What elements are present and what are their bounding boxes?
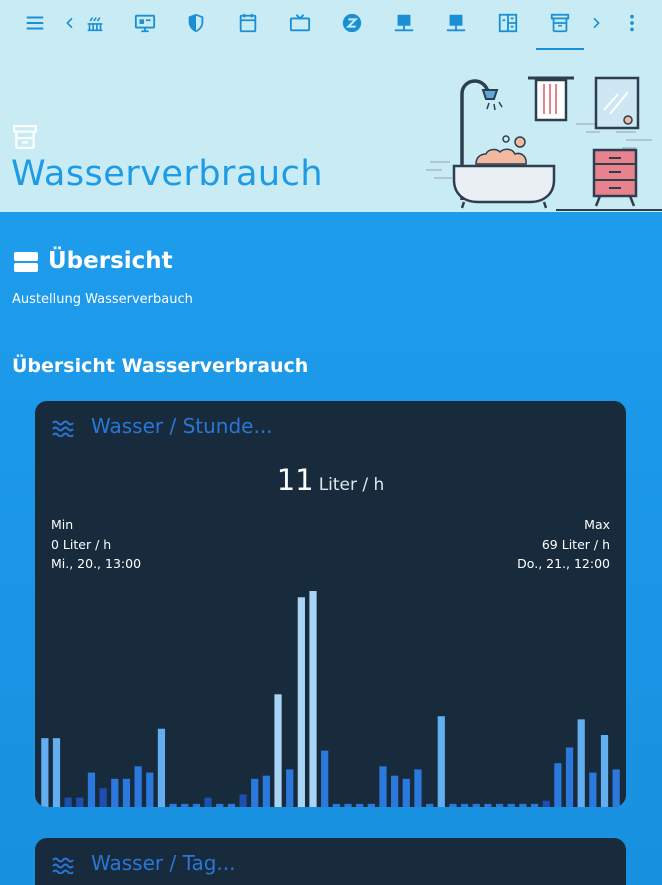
max-time: Do., 21., 12:00 <box>517 556 610 571</box>
min-stat: Min 0 Liter / h Mi., 20., 13:00 <box>51 515 141 574</box>
water-waves-icon <box>52 419 74 438</box>
chart-bar <box>332 803 340 807</box>
shield-icon[interactable] <box>183 10 209 36</box>
chart-bar <box>344 803 352 807</box>
chart-bar <box>414 769 422 807</box>
chart-bar <box>437 716 445 807</box>
chart-bar <box>577 719 585 807</box>
card-title: Wasser / Tag... <box>91 851 236 875</box>
page-title: Wasserverbrauch <box>11 154 324 194</box>
chart-bar <box>367 803 375 807</box>
chart-bar <box>612 769 620 807</box>
chart-bar <box>204 797 212 807</box>
chart-bar <box>589 772 597 807</box>
daily-water-card[interactable]: Wasser / Tag... <box>35 838 626 885</box>
current-value-unit: Liter / h <box>318 475 385 495</box>
min-value: 0 Liter / h <box>51 536 112 552</box>
overview-subtitle: Austellung Wasserverbauch <box>12 292 193 307</box>
chart-bar <box>600 735 609 807</box>
current-value: 11 Liter / h <box>35 463 626 497</box>
floorplan-icon[interactable] <box>495 10 521 36</box>
more-vert-icon[interactable] <box>619 10 645 36</box>
min-label: Min <box>51 517 74 532</box>
chart-bar <box>426 803 434 807</box>
chart-bar <box>484 803 492 807</box>
zwave-icon[interactable] <box>339 10 365 36</box>
chart-bar <box>472 803 480 807</box>
chart-bar <box>64 797 72 807</box>
chart-bar <box>542 800 550 807</box>
chart-bar <box>146 772 154 807</box>
chart-bar <box>402 778 410 807</box>
chart-bar <box>99 788 107 807</box>
chart-bar <box>286 769 294 807</box>
max-stat: Max 69 Liter / h Do., 21., 12:00 <box>517 515 610 574</box>
chart-bar <box>181 803 189 807</box>
chart-bar <box>111 778 119 807</box>
chart-bar <box>297 597 305 807</box>
top-toolbar <box>0 0 662 50</box>
max-label: Max <box>584 517 610 532</box>
card-title: Wasser / Stunde... <box>91 414 273 438</box>
chevron-left-icon[interactable] <box>62 10 78 36</box>
min-time: Mi., 20., 13:00 <box>51 556 142 571</box>
chart-bar <box>251 778 259 807</box>
chart-bar <box>519 803 527 807</box>
usage-bar-chart <box>41 591 620 807</box>
chart-bar <box>274 694 282 807</box>
chart-bar <box>52 738 61 807</box>
menu-icon[interactable] <box>22 10 48 36</box>
chart-bar <box>554 763 562 807</box>
chart-bar <box>76 797 84 807</box>
chart-bar <box>321 750 329 807</box>
water-tab-icon[interactable] <box>547 10 573 36</box>
hourly-water-card[interactable]: Wasser / Stunde... 11 Liter / h Min 0 Li… <box>35 401 626 807</box>
chart-bar <box>87 772 96 807</box>
chart-bar <box>391 775 399 807</box>
chart-bar <box>227 803 236 807</box>
chart-bar <box>262 775 270 807</box>
max-value: 69 Liter / h <box>541 536 610 552</box>
bathroom-icon <box>12 124 38 150</box>
chart-bar <box>216 803 224 807</box>
water-waves-icon <box>52 856 74 875</box>
current-value-number: 11 <box>276 463 314 497</box>
laptop-alt-icon[interactable] <box>443 10 469 36</box>
chart-bar <box>134 766 142 807</box>
chart-bar <box>169 803 177 807</box>
chart-bar <box>122 778 131 807</box>
laptop-icon[interactable] <box>391 10 417 36</box>
chart-bar <box>495 803 504 807</box>
chart-bar <box>41 738 49 807</box>
chart-bar <box>507 803 515 807</box>
overview-icon <box>13 251 39 273</box>
tv-icon[interactable] <box>287 10 313 36</box>
chart-bar <box>356 803 364 807</box>
chart-bar <box>192 803 201 807</box>
active-tab-indicator <box>536 48 584 50</box>
chart-bar <box>309 591 317 807</box>
heating-icon[interactable] <box>82 10 108 36</box>
chart-bar <box>379 766 387 807</box>
chevron-right-icon[interactable] <box>588 10 604 36</box>
section-title: Übersicht Wasserverbrauch <box>12 355 309 377</box>
chart-bar <box>449 803 457 807</box>
chart-bar <box>565 747 574 807</box>
chart-bar <box>157 728 166 807</box>
overview-title: Übersicht <box>48 248 173 274</box>
chart-bar <box>460 803 469 807</box>
chart-bar <box>530 803 539 807</box>
monitor-icon[interactable] <box>132 10 158 36</box>
calendar-icon[interactable] <box>235 10 261 36</box>
bathroom-illustration <box>426 72 662 212</box>
chart-bar <box>239 794 247 807</box>
